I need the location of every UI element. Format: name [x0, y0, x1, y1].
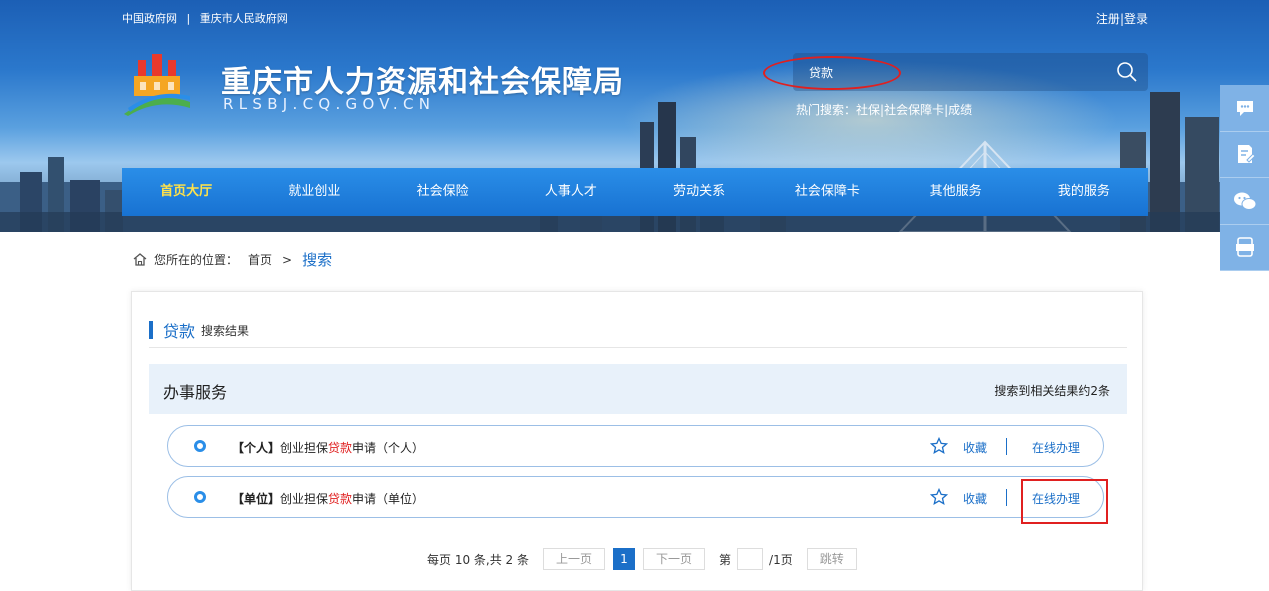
nav-item-my-services[interactable]: 我的服务 [1020, 168, 1148, 216]
results-heading-suffix: 搜索结果 [201, 323, 250, 338]
results-keyword: 贷款 [163, 322, 196, 341]
result-item-text-pre: 创业担保 [280, 441, 329, 455]
header-banner: 中国政府网 | 重庆市人民政府网 注册|登录 重庆市人力资源和社会保障局 RLS… [0, 0, 1269, 232]
nav-item-other-services[interactable]: 其他服务 [892, 168, 1020, 216]
wechat-icon [1233, 192, 1256, 210]
result-item-keyword: 贷款 [328, 441, 353, 455]
result-item-text-post: 申请（个人） [352, 441, 425, 455]
site-logo-icon[interactable] [124, 52, 190, 116]
hot-search-term[interactable]: 社保 [856, 103, 880, 117]
hot-searches: 热门搜索：社保|社会保障卡|成绩 [796, 101, 972, 118]
breadcrumb-home-link[interactable]: 首页 [248, 251, 272, 268]
section-header: 办事服务 搜索到相关结果约2条 [149, 364, 1127, 414]
page-label: 第 [719, 552, 732, 567]
page-number-input[interactable] [737, 548, 764, 570]
breadcrumb-current: 搜索 [302, 251, 333, 269]
prev-page-button[interactable]: 上一页 [542, 548, 605, 570]
hot-search-term[interactable]: 社会保障卡 [884, 103, 944, 117]
result-item-text-post: 申请（单位） [352, 492, 425, 506]
list-bullet-icon [194, 440, 206, 452]
nav-item-social-security-card[interactable]: 社会保障卡 [763, 168, 891, 216]
search-results-card: 贷款 搜索结果 办事服务 搜索到相关结果约2条 【个人】创业担保贷款申请（个人）… [131, 291, 1143, 591]
result-item-text-pre: 创业担保 [280, 492, 329, 506]
action-divider [1006, 489, 1007, 506]
result-item-tag: 【单位】 [232, 492, 281, 506]
pagination: 每页 10 条,共 2 条 上一页 1 下一页 第 /1页 跳转 [427, 548, 857, 570]
search-highlight-oval [763, 56, 901, 90]
total-pages: /1页 [769, 552, 793, 567]
chat-bubble-icon [1236, 100, 1253, 116]
star-icon[interactable] [930, 488, 948, 506]
nav-item-labor-relations[interactable]: 劳动关系 [635, 168, 763, 216]
next-page-button[interactable]: 下一页 [643, 548, 706, 570]
heading-divider [149, 347, 1127, 348]
site-domain: RLSBJ.CQ.GOV.CN [223, 95, 436, 113]
side-wechat-button[interactable] [1220, 178, 1269, 225]
home-icon[interactable] [132, 252, 148, 267]
main-nav: 首页大厅 就业创业 社会保险 人事人才 劳动关系 社会保障卡 其他服务 我的服务 [122, 168, 1148, 216]
cq-gov-link[interactable]: 重庆市人民政府网 [200, 12, 288, 25]
hot-search-label: 热门搜索： [796, 103, 857, 117]
list-bullet-icon [194, 491, 206, 503]
nav-item-home-hall[interactable]: 首页大厅 [122, 168, 250, 216]
heading-accent-bar [149, 321, 153, 339]
result-item-tag: 【个人】 [232, 441, 281, 455]
side-chat-button[interactable] [1220, 85, 1269, 132]
online-apply-highlight-box [1021, 479, 1108, 524]
edit-document-icon [1237, 145, 1256, 164]
nav-item-employment[interactable]: 就业创业 [250, 168, 378, 216]
top-links: 中国政府网 | 重庆市人民政府网 [122, 10, 288, 26]
results-heading: 贷款 搜索结果 [149, 318, 249, 342]
nav-item-social-insurance[interactable]: 社会保险 [379, 168, 507, 216]
breadcrumb-arrow: > [282, 252, 293, 267]
top-links-separator: | [186, 12, 191, 25]
side-feedback-button[interactable] [1220, 132, 1269, 178]
star-icon[interactable] [930, 437, 948, 455]
current-page-button[interactable]: 1 [613, 548, 635, 570]
favorite-button[interactable]: 收藏 [963, 439, 987, 456]
pagination-summary: 每页 10 条,共 2 条 [427, 552, 529, 567]
side-float-toolbar [1220, 85, 1269, 271]
breadcrumb: 您所在的位置： 首页 > 搜索 [132, 249, 332, 270]
favorite-button[interactable]: 收藏 [963, 490, 987, 507]
nav-item-personnel[interactable]: 人事人才 [507, 168, 635, 216]
user-links: 注册|登录 [1096, 10, 1148, 27]
register-link[interactable]: 注册 [1096, 12, 1120, 26]
action-divider [1006, 438, 1007, 455]
result-item-title[interactable]: 【个人】创业担保贷款申请（个人） [232, 439, 424, 456]
jump-button[interactable]: 跳转 [806, 548, 857, 570]
hot-search-term[interactable]: 成绩 [948, 103, 972, 117]
result-item-keyword: 贷款 [328, 492, 353, 506]
gov-cn-link[interactable]: 中国政府网 [122, 12, 177, 25]
result-count: 搜索到相关结果约2条 [994, 384, 1110, 398]
breadcrumb-label: 您所在的位置： [154, 253, 239, 267]
result-item-title[interactable]: 【单位】创业担保贷款申请（单位） [232, 490, 424, 507]
login-link[interactable]: 登录 [1124, 12, 1148, 26]
result-item: 【单位】创业担保贷款申请（单位） 收藏 在线办理 [167, 476, 1104, 518]
search-icon[interactable] [1116, 61, 1138, 83]
result-item: 【个人】创业担保贷款申请（个人） 收藏 在线办理 [167, 425, 1104, 467]
side-app-button[interactable] [1220, 225, 1269, 271]
section-title: 办事服务 [163, 383, 228, 402]
app-download-icon [1235, 237, 1254, 258]
online-apply-button[interactable]: 在线办理 [1032, 439, 1080, 456]
